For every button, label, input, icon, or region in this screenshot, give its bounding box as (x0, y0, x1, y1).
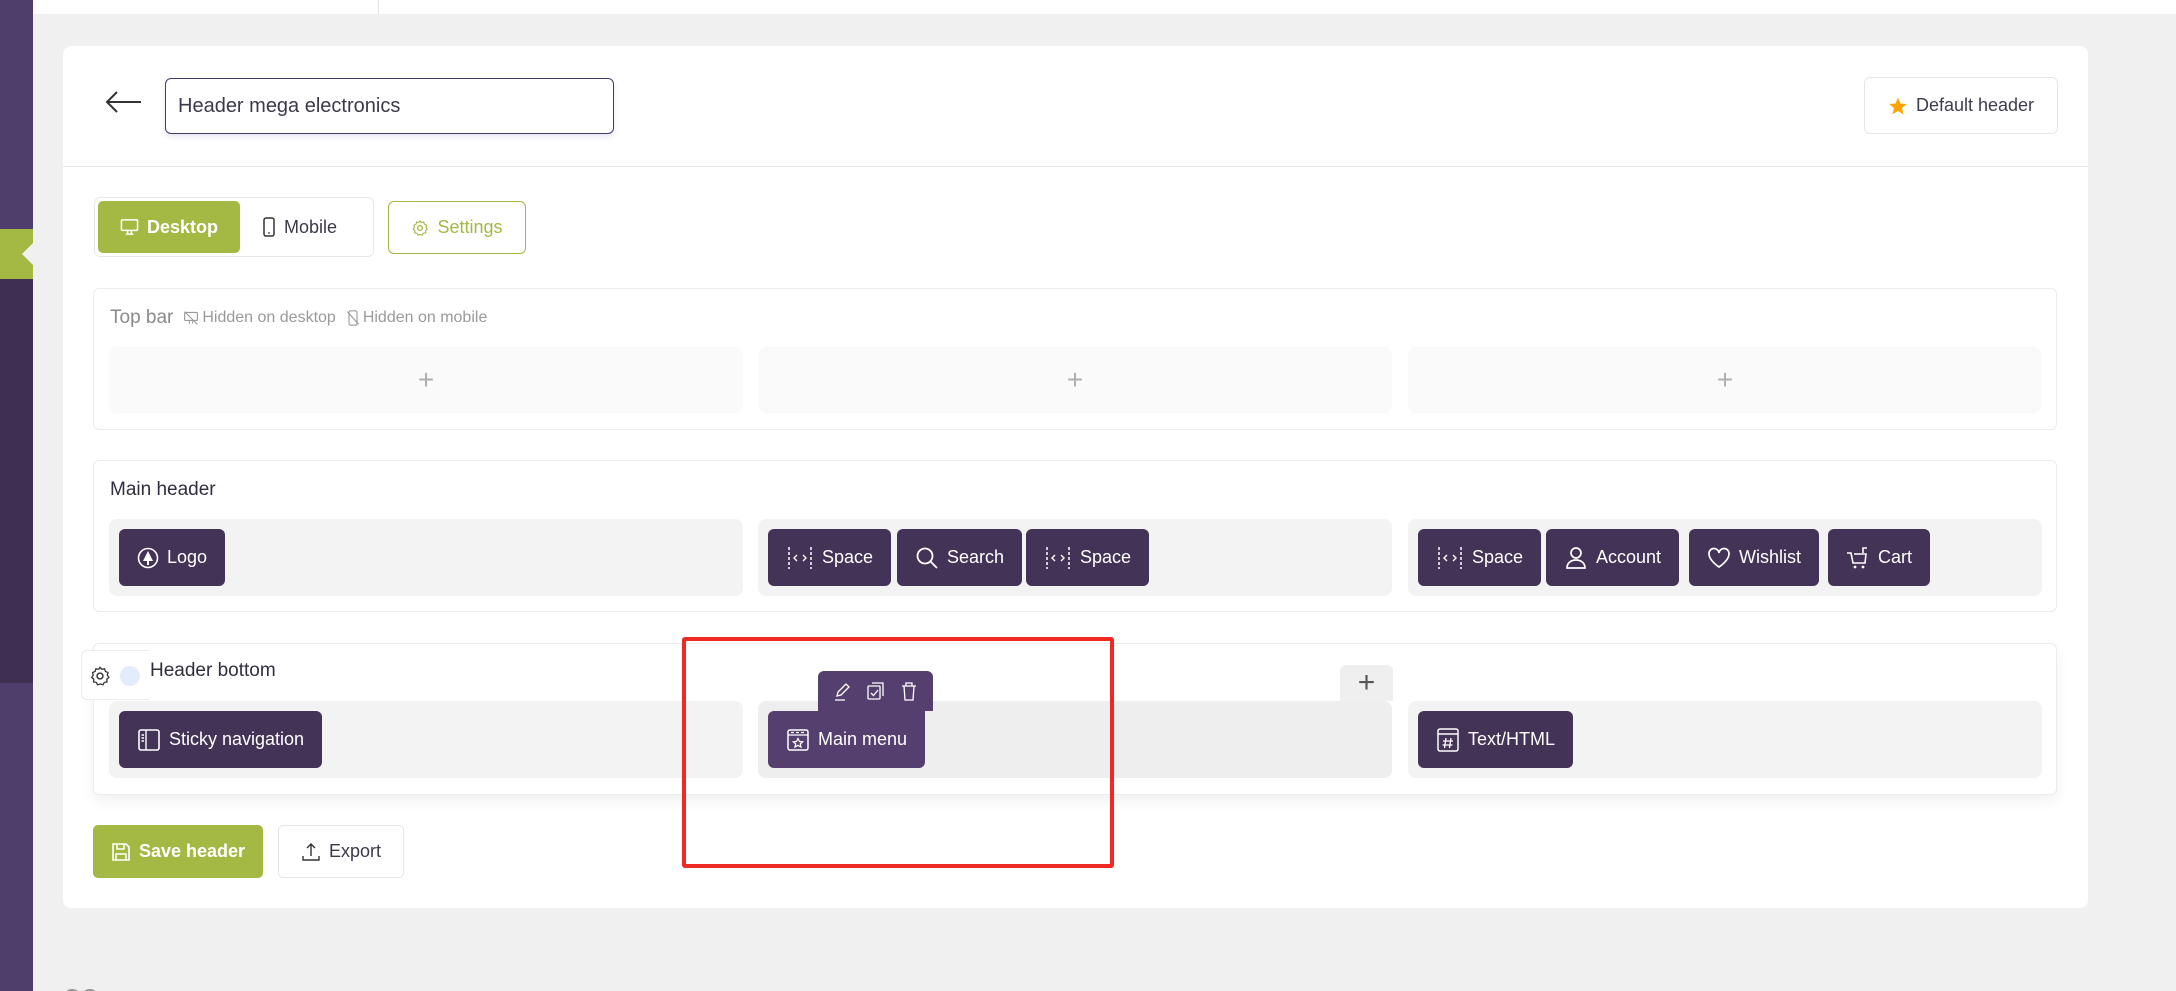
menu-icon (787, 728, 809, 751)
settings-button[interactable]: Settings (388, 201, 526, 254)
column-slot-right: Space Account Wishlist Cart (1408, 519, 2042, 596)
space-icon (788, 546, 812, 569)
row-top-bar: Top bar Hidden on desktop Hidden on mobi… (93, 288, 2057, 430)
plus-icon: + (1357, 666, 1376, 699)
element-cart[interactable]: Cart (1828, 529, 1931, 586)
row-main-header: Main header Logo Space Search Space Spac… (93, 460, 2057, 612)
delete-icon[interactable] (899, 681, 919, 701)
element-label: Main menu (818, 729, 908, 749)
save-header-label: Save header (138, 841, 246, 861)
element-label: Space (822, 547, 874, 567)
background-logo-icon (66, 988, 96, 991)
element-wishlist[interactable]: Wishlist (1689, 529, 1819, 586)
row-header-bottom: Header bottom + Sticky navigation Main m… (81, 643, 2057, 795)
element-label: Sticky navigation (169, 729, 305, 749)
settings-label: Settings (437, 217, 503, 237)
element-label: Wishlist (1739, 547, 1801, 567)
row-color-dot[interactable] (120, 666, 140, 686)
row-label: Top bar Hidden on desktop Hidden on mobi… (110, 307, 487, 329)
element-account[interactable]: Account (1546, 529, 1680, 586)
element-space[interactable]: Space (768, 529, 892, 586)
space-icon (1046, 546, 1070, 569)
tab-desktop[interactable]: Desktop (98, 201, 240, 253)
element-space[interactable]: Space (1418, 529, 1542, 586)
desktop-off-icon (184, 311, 199, 325)
gear-icon (412, 219, 429, 236)
edit-icon[interactable] (833, 681, 853, 701)
top-strip-divider (378, 0, 379, 14)
hidden-on-desktop-label: Hidden on desktop (202, 309, 336, 326)
default-header-label: Default header (1915, 95, 2035, 115)
add-element-icon[interactable]: + (1067, 364, 1083, 396)
column-slot: + (109, 347, 743, 413)
sidebar-dark-section (0, 230, 33, 683)
element-label: Account (1596, 547, 1662, 567)
element-sticky-navigation[interactable]: Sticky navigation (119, 711, 323, 768)
column-slot-left: Sticky navigation (109, 701, 743, 778)
header-bottom-title: Header bottom (150, 660, 276, 681)
duplicate-icon[interactable] (866, 681, 886, 701)
gear-icon[interactable] (89, 665, 111, 687)
tab-mobile[interactable]: Mobile (240, 201, 359, 253)
header-builder-card: Default header Desktop Mobile Settings T… (63, 46, 2088, 908)
header-name-input[interactable] (165, 78, 614, 134)
hidden-on-mobile-label: Hidden on mobile (362, 309, 488, 326)
cart-icon (1847, 546, 1867, 568)
tab-desktop-label: Desktop (146, 216, 218, 237)
element-label: Search (947, 547, 1005, 567)
element-label: Space (1472, 547, 1524, 567)
add-element-icon[interactable]: + (418, 364, 434, 396)
element-toolbar (818, 671, 933, 711)
row-label: Header bottom (150, 660, 276, 682)
sidebar-collapse-toggle[interactable] (0, 229, 33, 279)
default-header-button[interactable]: Default header (1864, 77, 2058, 134)
mobile-icon (263, 217, 275, 237)
element-text-html[interactable]: Text/HTML (1418, 711, 1574, 768)
row-label: Main header (110, 479, 216, 501)
export-label: Export (328, 841, 382, 861)
element-label: Text/HTML (1468, 729, 1556, 749)
sidebar (0, 0, 33, 991)
element-logo[interactable]: Logo (119, 529, 226, 586)
top-strip (33, 0, 2176, 14)
save-header-button[interactable]: Save header (93, 825, 263, 878)
back-button[interactable] (103, 88, 143, 116)
column-slot: + (1408, 347, 2042, 413)
column-slot-left: Logo (109, 519, 743, 596)
top-bar-title: Top bar (110, 307, 174, 328)
upload-icon (302, 842, 320, 861)
column-slot-center: Space Search Space (758, 519, 1392, 596)
desktop-icon (120, 219, 139, 235)
element-label: Cart (1878, 547, 1913, 567)
element-main-menu[interactable]: Main menu (768, 671, 933, 768)
add-element-icon[interactable]: + (1717, 364, 1733, 396)
export-button[interactable]: Export (278, 825, 404, 878)
hidden-on-mobile-badge[interactable]: Hidden on mobile (346, 309, 488, 327)
add-column-button[interactable]: + (1340, 665, 1393, 701)
logo-icon (137, 547, 159, 568)
html-icon (1437, 727, 1459, 752)
element-space[interactable]: Space (1026, 529, 1150, 586)
row-settings-tab[interactable] (81, 650, 149, 700)
element-search[interactable]: Search (897, 529, 1023, 586)
sticky-nav-icon (138, 728, 160, 751)
main-header-title: Main header (110, 479, 216, 500)
element-label: Logo (167, 547, 208, 567)
space-icon (1438, 546, 1462, 569)
column-slot: + (758, 347, 1392, 413)
column-slot-right: Text/HTML (1408, 701, 2042, 778)
search-icon (916, 547, 938, 569)
hidden-on-desktop-badge[interactable]: Hidden on desktop (183, 309, 336, 327)
heart-icon (1708, 547, 1730, 568)
column-slot-center: Main menu (758, 671, 1392, 778)
divider (63, 166, 2088, 167)
element-label: Space (1080, 547, 1132, 567)
tab-mobile-label: Mobile (284, 216, 338, 237)
save-icon (112, 842, 130, 861)
device-toggle: Desktop Mobile (94, 197, 374, 257)
star-icon (1889, 97, 1907, 114)
account-icon (1566, 546, 1586, 569)
arrow-left-icon (105, 91, 141, 113)
mobile-off-icon (346, 310, 359, 326)
